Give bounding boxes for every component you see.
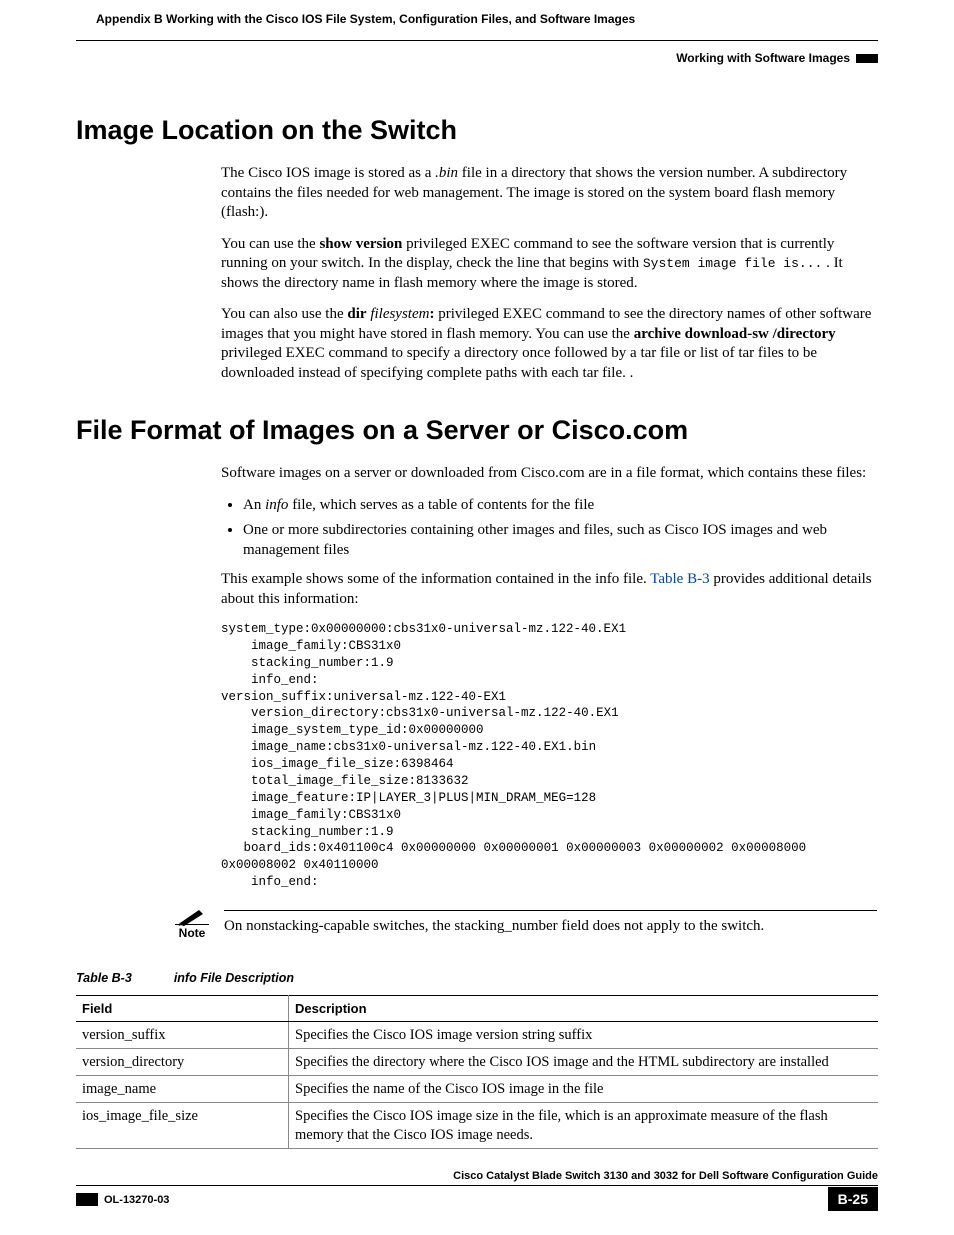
paragraph: You can also use the dir filesystem: pri… — [221, 305, 878, 383]
table-reference-link[interactable]: Table B-3 — [650, 571, 709, 587]
footer-rule — [76, 1185, 878, 1186]
footer: Cisco Catalyst Blade Switch 3130 and 303… — [76, 1186, 878, 1211]
table-header-description: Description — [289, 996, 879, 1022]
note-text: On nonstacking-capable switches, the sta… — [224, 917, 877, 939]
body-image-location: The Cisco IOS image is stored as a .bin … — [221, 164, 878, 383]
paragraph: This example shows some of the informati… — [221, 570, 878, 609]
table-row: version_directory Specifies the director… — [76, 1049, 878, 1076]
note-icon: Note — [167, 906, 217, 940]
table-row: ios_image_file_size Specifies the Cisco … — [76, 1103, 878, 1148]
footer-page-number: B-25 — [828, 1187, 878, 1211]
paragraph: You can use the show version privileged … — [221, 235, 878, 294]
list-item: An info file, which serves as a table of… — [243, 496, 878, 516]
info-file-table: Field Description version_suffix Specifi… — [76, 995, 878, 1149]
footer-guide-title: Cisco Catalyst Blade Switch 3130 and 303… — [76, 1170, 878, 1182]
note-label: Note — [179, 926, 206, 940]
header-area: Appendix B Working with the Cisco IOS Fi… — [76, 30, 878, 65]
table-row: image_name Specifies the name of the Cis… — [76, 1076, 878, 1103]
table-row: version_suffix Specifies the Cisco IOS i… — [76, 1022, 878, 1049]
paragraph: Software images on a server or downloade… — [221, 464, 878, 484]
footer-left: OL-13270-03 — [76, 1190, 169, 1208]
list-item: One or more subdirectories containing ot… — [243, 521, 878, 560]
pencil-icon — [177, 906, 207, 926]
body-file-format: Software images on a server or downloade… — [221, 464, 878, 891]
footer-bar-icon — [76, 1193, 98, 1206]
note-block: Note On nonstacking-capable switches, th… — [166, 905, 878, 941]
header-bar-icon — [856, 54, 878, 63]
page: Appendix B Working with the Cisco IOS Fi… — [0, 0, 954, 1235]
header-rule — [76, 40, 878, 41]
code-block: system_type:0x00000000:cbs31x0-universal… — [221, 621, 878, 891]
table-caption: Table B-3info File Description — [76, 971, 878, 985]
bullet-list: An info file, which serves as a table of… — [221, 496, 878, 561]
paragraph: The Cisco IOS image is stored as a .bin … — [221, 164, 878, 223]
heading-image-location: Image Location on the Switch — [76, 115, 878, 146]
appendix-title: Appendix B Working with the Cisco IOS Fi… — [96, 12, 635, 26]
footer-doc-number: OL-13270-03 — [104, 1194, 169, 1206]
header-section: Working with Software Images — [76, 51, 878, 65]
note-rule — [224, 910, 877, 911]
heading-file-format: File Format of Images on a Server or Cis… — [76, 415, 878, 446]
table-header-field: Field — [76, 996, 289, 1022]
